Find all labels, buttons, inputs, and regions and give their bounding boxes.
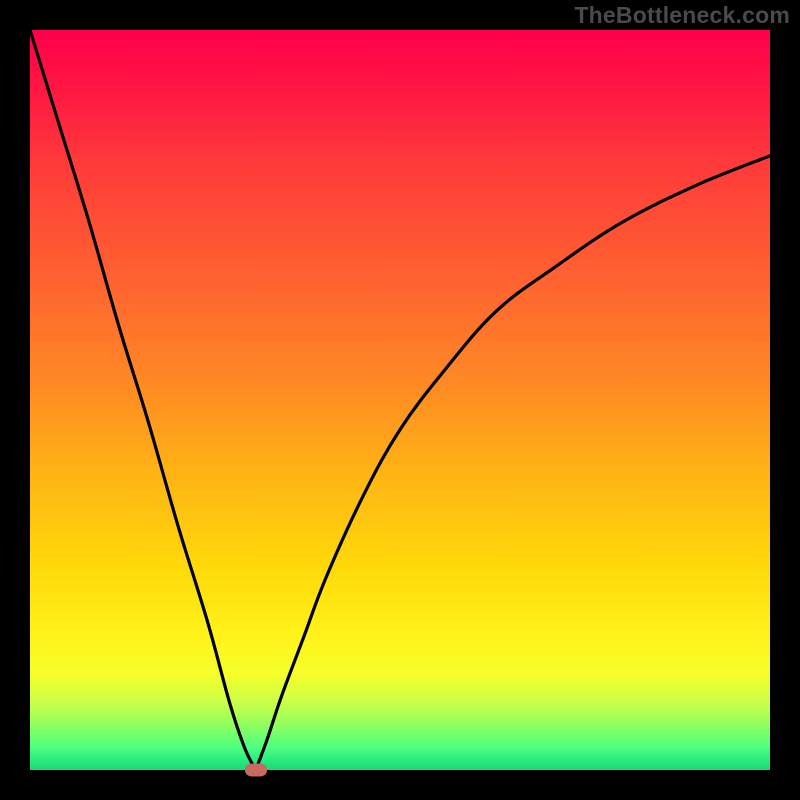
bottleneck-curve xyxy=(30,30,770,770)
watermark-text: TheBottleneck.com xyxy=(574,2,790,29)
minimum-marker xyxy=(245,764,267,777)
chart-frame: TheBottleneck.com xyxy=(0,0,800,800)
plot-area xyxy=(30,30,770,770)
